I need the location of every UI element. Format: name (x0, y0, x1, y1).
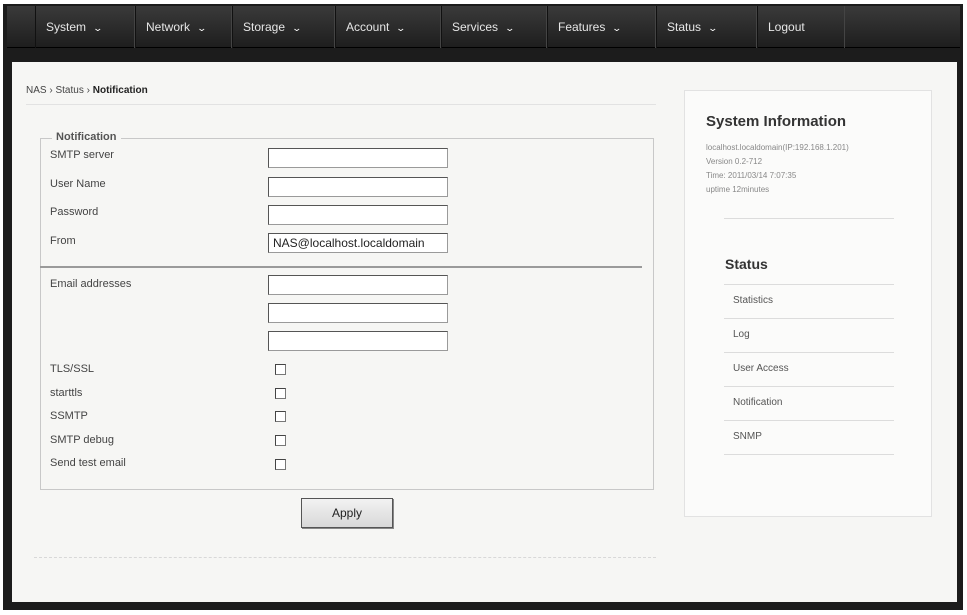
status-link-log[interactable]: Log (733, 329, 750, 340)
tls-ssl-checkbox[interactable] (275, 364, 286, 375)
bottom-divider (34, 557, 656, 558)
nav-status[interactable]: Status ⌄ (656, 6, 757, 48)
email-address-input-3[interactable] (268, 331, 448, 351)
chevron-down-icon: ⌄ (707, 23, 719, 33)
email-address-input-2[interactable] (268, 303, 448, 323)
status-link-divider (724, 352, 894, 353)
system-info-title: System Information (706, 113, 847, 130)
password-input[interactable] (268, 205, 448, 225)
status-link-notification[interactable]: Notification (733, 397, 782, 408)
chevron-down-icon: ⌄ (291, 23, 303, 33)
nav-services[interactable]: Services ⌄ (441, 6, 547, 48)
breadcrumb-root[interactable]: NAS (26, 85, 47, 96)
breadcrumb-separator: › (86, 85, 90, 96)
system-hostname: localhost.localdomain(IP:192.168.1.201) (706, 143, 849, 152)
breadcrumb-separator: › (49, 85, 53, 96)
smtp-debug-label: SMTP debug (50, 434, 115, 446)
chevron-down-icon: ⌄ (395, 23, 407, 33)
section-divider (40, 266, 642, 268)
status-link-divider (724, 420, 894, 421)
system-version: Version 0.2-712 (706, 157, 763, 166)
nav-system-label: System (46, 20, 87, 34)
chevron-down-icon: ⌄ (504, 23, 516, 33)
nav-services-label: Services (452, 20, 499, 34)
nav-features[interactable]: Features ⌄ (547, 6, 656, 48)
ssmtp-checkbox[interactable] (275, 411, 286, 422)
nav-account[interactable]: Account ⌄ (335, 6, 441, 48)
from-input[interactable] (268, 233, 448, 253)
system-uptime: uptime 12minutes (706, 185, 770, 194)
nav-system[interactable]: System ⌄ (35, 6, 135, 48)
system-info-panel (684, 90, 932, 517)
apply-button[interactable]: Apply (301, 498, 393, 528)
sidebar-divider (724, 218, 894, 219)
nav-features-label: Features (558, 20, 606, 34)
send-test-email-checkbox[interactable] (275, 459, 286, 470)
chevron-down-icon: ⌄ (92, 23, 104, 33)
smtp-server-input[interactable] (268, 148, 448, 168)
status-link-divider (724, 318, 894, 319)
status-link-statistics[interactable]: Statistics (733, 295, 773, 306)
nav-account-label: Account (346, 20, 390, 34)
breadcrumb: NAS › Status › Notification (26, 85, 148, 96)
fieldset-legend: Notification (52, 131, 121, 143)
email-addresses-label: Email addresses (50, 278, 132, 290)
status-section-title: Status (725, 256, 768, 272)
send-test-email-label: Send test email (50, 457, 126, 469)
username-input[interactable] (268, 177, 448, 197)
smtp-server-label: SMTP server (50, 149, 114, 161)
nav-status-label: Status (667, 20, 702, 34)
chevron-down-icon: ⌄ (196, 23, 208, 33)
breadcrumb-parent[interactable]: Status (55, 85, 83, 96)
password-label: Password (50, 206, 99, 218)
breadcrumb-divider (26, 104, 656, 105)
username-label: User Name (50, 178, 106, 190)
nav-storage-label: Storage (243, 20, 286, 34)
top-navbar: System ⌄ Network ⌄ Storage ⌄ Account ⌄ Servi… (7, 6, 960, 48)
tls-ssl-label: TLS/SSL (50, 363, 95, 375)
status-link-divider (724, 454, 894, 455)
from-label: From (50, 235, 76, 247)
nav-network-label: Network (146, 20, 191, 34)
smtp-debug-checkbox[interactable] (275, 435, 286, 446)
starttls-label: starttls (50, 387, 83, 399)
starttls-checkbox[interactable] (275, 388, 286, 399)
status-link-snmp[interactable]: SNMP (733, 431, 762, 442)
nav-storage[interactable]: Storage ⌄ (232, 6, 335, 48)
nav-network[interactable]: Network ⌄ (135, 6, 232, 48)
chevron-down-icon: ⌄ (611, 23, 623, 33)
nav-logout[interactable]: Logout (757, 6, 845, 48)
system-time: Time: 2011/03/14 7:07:35 (706, 171, 797, 180)
ssmtp-label: SSMTP (50, 410, 88, 422)
breadcrumb-current: Notification (92, 85, 148, 96)
status-link-user-access[interactable]: User Access (733, 363, 789, 374)
nav-logout-label: Logout (768, 20, 805, 34)
status-link-divider (724, 386, 894, 387)
status-link-divider (724, 284, 894, 285)
email-address-input-1[interactable] (268, 275, 448, 295)
